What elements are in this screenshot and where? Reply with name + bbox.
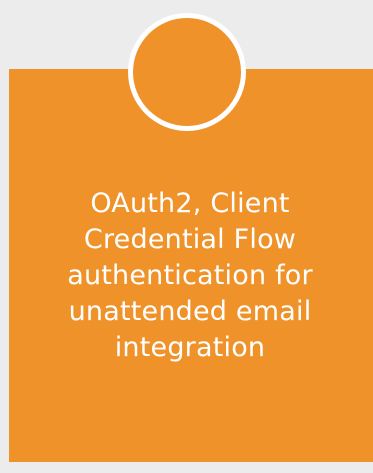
- caption-line-3: authentication for: [67, 260, 313, 291]
- caption-line-2: Credential Flow: [83, 224, 297, 255]
- feature-tile-canvas: OAuth2, Client Credential Flow authentic…: [0, 0, 373, 473]
- circle-badge-icon: [133, 18, 241, 126]
- caption-line-1: OAuth2, Client: [90, 188, 290, 219]
- caption-line-5: integration: [114, 332, 266, 363]
- bottom-strip: [0, 462, 373, 473]
- feature-caption: OAuth2, Client Credential Flow authentic…: [24, 186, 356, 366]
- caption-line-4: unattended email: [68, 296, 312, 327]
